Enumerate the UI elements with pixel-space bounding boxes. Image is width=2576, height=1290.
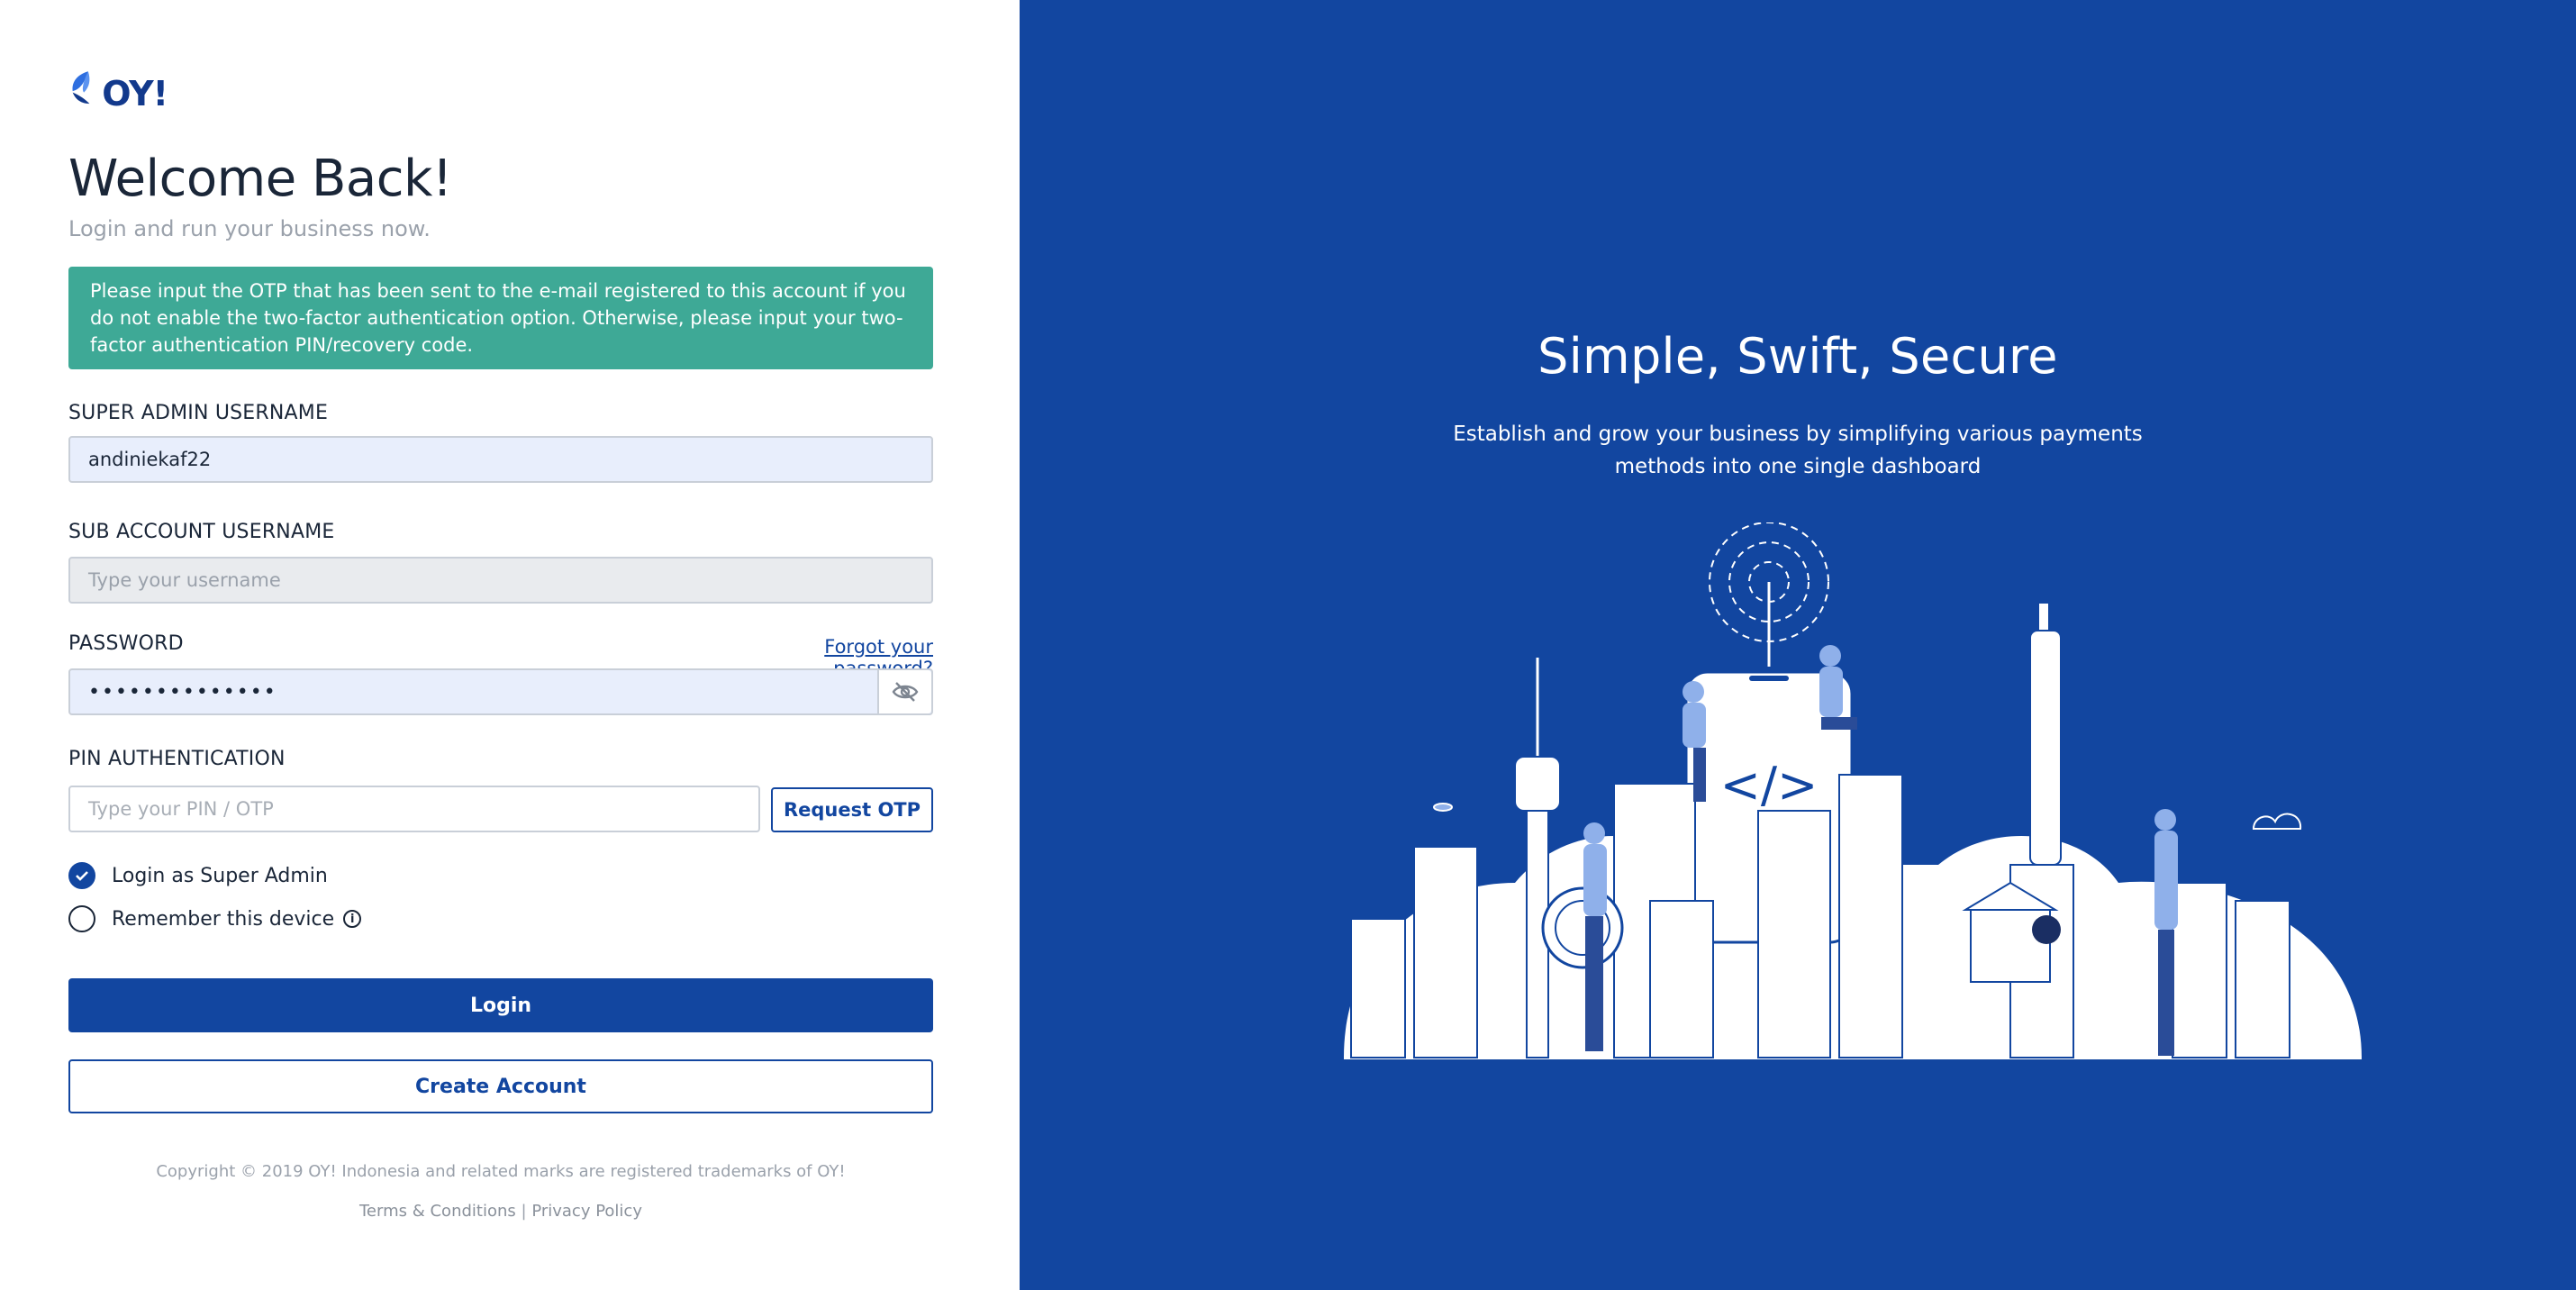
password-input[interactable]: •••••••••••••• [68, 668, 933, 715]
checkbox-unchecked-icon [68, 905, 95, 932]
sub-account-username-input[interactable]: Type your username [68, 557, 933, 604]
footer-links: Terms & Conditions | Privacy Policy [68, 1202, 933, 1221]
hero-title: Simple, Swift, Secure [1537, 328, 2058, 385]
super-admin-username-input[interactable]: andiniekaf22 [68, 436, 933, 483]
hero-description: Establish and grow your business by simp… [1453, 422, 2143, 478]
sub-account-username-placeholder: Type your username [88, 569, 281, 591]
create-account-button[interactable]: Create Account [68, 1059, 933, 1113]
password-label: PASSWORD [68, 632, 184, 655]
checkmark-icon [76, 871, 88, 881]
privacy-link[interactable]: Privacy Policy [531, 1202, 642, 1221]
remember-device-label: Remember this device [112, 907, 335, 931]
marketing-panel: Simple, Swift, Secure Establish and grow… [1020, 0, 2576, 1290]
sub-account-username-label: SUB ACCOUNT USERNAME [68, 521, 335, 543]
request-otp-button[interactable]: Request OTP [771, 787, 933, 832]
super-admin-username-value: andiniekaf22 [88, 449, 212, 470]
login-button[interactable]: Login [68, 978, 933, 1032]
pin-authentication-label: PIN AUTHENTICATION [68, 748, 286, 770]
page-title: Welcome Back! [68, 150, 452, 208]
eye-slash-icon [892, 682, 919, 702]
checkbox-checked-icon [68, 862, 95, 889]
remember-device-checkbox[interactable]: Remember this device i [68, 905, 362, 932]
footer-separator: | [521, 1202, 527, 1221]
pin-otp-placeholder: Type your PIN / OTP [88, 798, 274, 820]
login-as-super-admin-checkbox[interactable]: Login as Super Admin [68, 862, 328, 889]
toggle-password-visibility-button[interactable] [877, 670, 931, 713]
login-panel: OY! Welcome Back! Login and run your bus… [0, 0, 1020, 1290]
copyright-text: Copyright © 2019 OY! Indonesia and relat… [156, 1162, 846, 1181]
super-admin-username-label: SUPER ADMIN USERNAME [68, 402, 329, 424]
pin-otp-input[interactable]: Type your PIN / OTP [68, 786, 760, 832]
terms-link[interactable]: Terms & Conditions [359, 1202, 516, 1221]
page-subtitle: Login and run your business now. [68, 216, 431, 241]
svg-text:</>: </> [1720, 757, 1819, 813]
login-as-super-admin-label: Login as Super Admin [112, 864, 328, 887]
password-value: •••••••••••••• [88, 680, 277, 704]
city-illustration: </> [1344, 522, 2362, 1059]
info-icon[interactable]: i [343, 910, 362, 928]
otp-info-alert: Please input the OTP that has been sent … [68, 267, 933, 369]
oy-logo: OY! [68, 61, 168, 115]
oy-logo-icon [72, 71, 90, 104]
logo-wordmark: OY! [102, 74, 168, 114]
